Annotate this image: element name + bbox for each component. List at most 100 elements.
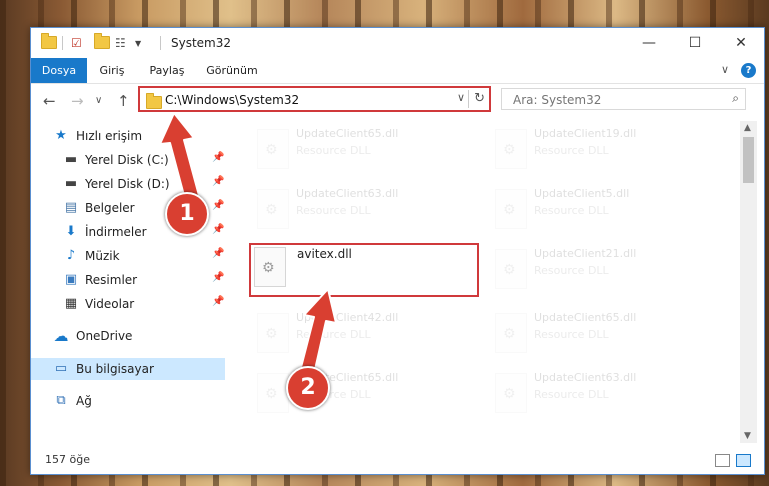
- download-icon: ⬇: [65, 224, 77, 239]
- file-tile[interactable]: UpdateClient65.dll Resource DLL: [249, 367, 479, 421]
- scroll-down-icon[interactable]: ▼: [744, 431, 751, 441]
- sidebar-item-pictures[interactable]: ▣ Resimler 📌: [31, 269, 226, 291]
- address-dropdown-icon[interactable]: ∨: [457, 91, 465, 104]
- back-arrow-icon[interactable]: ←: [43, 92, 56, 110]
- file-tile[interactable]: UpdateClient42.dll Resource DLL: [249, 307, 479, 361]
- toolbar-separator: [160, 36, 161, 50]
- pin-icon[interactable]: 📌: [212, 296, 224, 307]
- file-name: UpdateClient65.dll: [534, 311, 637, 324]
- tab-view[interactable]: Görünüm: [197, 58, 267, 83]
- file-tile-avitex-dll[interactable]: avitex.dll: [249, 243, 479, 297]
- file-tile[interactable]: UpdateClient63.dll Resource DLL: [487, 367, 717, 421]
- scrollbar-thumb[interactable]: [743, 137, 754, 183]
- file-tile[interactable]: UpdateClient65.dll Resource DLL: [249, 123, 479, 177]
- title-bar: ☑ ☷ ▼ System32 — ☐ ✕: [31, 28, 764, 58]
- tiles-view-icon[interactable]: [736, 454, 751, 467]
- status-bar: 157 öğe: [31, 448, 764, 472]
- step-badge-1: 1: [165, 192, 209, 236]
- tab-share[interactable]: Paylaş: [137, 58, 197, 83]
- details-view-icon[interactable]: [715, 454, 730, 467]
- sidebar-item-label: Müzik: [85, 249, 120, 263]
- sidebar-item-label: Yerel Disk (C:): [85, 153, 169, 167]
- video-icon: ▦: [64, 296, 78, 311]
- minimize-button[interactable]: —: [626, 28, 672, 58]
- search-box[interactable]: ⌕: [501, 88, 746, 110]
- sidebar-item-label: Resimler: [85, 273, 138, 287]
- vertical-scrollbar[interactable]: ▲ ▼: [740, 121, 757, 443]
- address-divider: [468, 90, 469, 108]
- pin-icon[interactable]: 📌: [212, 248, 224, 259]
- ribbon-tabs: Dosya Giriş Paylaş Görünüm ∨ ?: [31, 58, 764, 84]
- dll-file-icon: [257, 373, 289, 413]
- dll-file-icon: [257, 129, 289, 169]
- drive-icon: ▬: [64, 152, 78, 167]
- sidebar-item-onedrive[interactable]: ☁ OneDrive: [31, 325, 226, 347]
- up-arrow-icon[interactable]: ↑: [117, 92, 130, 110]
- pin-icon[interactable]: 📌: [212, 272, 224, 283]
- properties-icon[interactable]: ☑: [71, 36, 85, 50]
- pictures-icon: ▣: [64, 272, 78, 287]
- music-icon: ♪: [66, 248, 76, 263]
- document-icon: ▤: [64, 200, 78, 215]
- file-name: UpdateClient63.dll: [296, 187, 399, 200]
- sidebar-item-network[interactable]: ⧉ Ağ: [31, 390, 226, 412]
- sidebar-item-label: Bu bilgisayar: [76, 362, 154, 376]
- refresh-icon[interactable]: ↻: [474, 91, 485, 106]
- sidebar-item-this-pc[interactable]: ▭ Bu bilgisayar: [31, 358, 225, 380]
- dll-file-icon: [257, 189, 289, 229]
- dll-file-icon: [495, 373, 527, 413]
- folder-icon: [146, 93, 162, 109]
- quick-access-dropdown-icon[interactable]: ▼: [135, 39, 149, 52]
- new-folder-icon[interactable]: [94, 33, 110, 49]
- file-name: UpdateClient65.dll: [296, 127, 399, 140]
- window-title: System32: [171, 36, 232, 50]
- help-icon[interactable]: ?: [741, 63, 756, 78]
- network-icon: ⧉: [56, 393, 66, 408]
- ribbon-expand-icon[interactable]: ∨: [721, 63, 729, 76]
- tab-file[interactable]: Dosya: [31, 58, 87, 83]
- file-type: Resource DLL: [296, 204, 371, 217]
- tab-home[interactable]: Giriş: [87, 58, 137, 83]
- close-button[interactable]: ✕: [718, 28, 764, 58]
- maximize-button[interactable]: ☐: [672, 28, 718, 58]
- file-type: Resource DLL: [534, 204, 609, 217]
- dll-file-icon: [495, 313, 527, 353]
- address-bar[interactable]: C:\Windows\System32 ∨ ↻: [138, 86, 491, 112]
- file-type: Resource DLL: [534, 328, 609, 341]
- file-tile[interactable]: UpdateClient21.dll Resource DLL: [487, 243, 717, 297]
- sidebar-item-videos[interactable]: ▦ Videolar 📌: [31, 293, 226, 315]
- file-type: Resource DLL: [534, 264, 609, 277]
- file-tile[interactable]: UpdateClient63.dll Resource DLL: [249, 183, 479, 237]
- file-name: avitex.dll: [297, 247, 352, 261]
- recent-locations-icon[interactable]: ∨: [95, 95, 102, 106]
- dll-file-icon: [254, 247, 286, 287]
- address-path[interactable]: C:\Windows\System32: [165, 93, 299, 107]
- sidebar-item-label: Ağ: [76, 394, 92, 408]
- file-type: Resource DLL: [534, 388, 609, 401]
- folder-icon: [41, 33, 57, 49]
- file-name: UpdateClient21.dll: [534, 247, 637, 260]
- sidebar-item-label: Hızlı erişim: [76, 129, 143, 143]
- search-icon[interactable]: ⌕: [732, 91, 739, 106]
- scroll-up-icon[interactable]: ▲: [744, 123, 751, 133]
- file-name: UpdateClient5.dll: [534, 187, 630, 200]
- search-input[interactable]: [511, 90, 725, 110]
- sidebar-item-label: İndirmeler: [85, 225, 147, 239]
- file-tile[interactable]: UpdateClient19.dll Resource DLL: [487, 123, 717, 177]
- dll-file-icon: [495, 129, 527, 169]
- star-icon: ★: [55, 128, 67, 143]
- toolbar-separator: [62, 36, 63, 50]
- customize-toolbar-icon[interactable]: ☷: [115, 36, 129, 50]
- forward-arrow-icon[interactable]: →: [71, 92, 84, 110]
- sidebar-item-label: Belgeler: [85, 201, 135, 215]
- dll-file-icon: [495, 249, 527, 289]
- file-tile[interactable]: UpdateClient5.dll Resource DLL: [487, 183, 717, 237]
- file-tile[interactable]: UpdateClient65.dll Resource DLL: [487, 307, 717, 361]
- item-count: 157 öğe: [45, 453, 90, 466]
- sidebar-item-label: Videolar: [85, 297, 135, 311]
- file-type: Resource DLL: [534, 144, 609, 157]
- sidebar-item-music[interactable]: ♪ Müzik 📌: [31, 245, 226, 267]
- pin-icon[interactable]: 📌: [212, 224, 224, 235]
- sidebar-item-label: Yerel Disk (D:): [85, 177, 170, 191]
- step-badge-2: 2: [286, 366, 330, 410]
